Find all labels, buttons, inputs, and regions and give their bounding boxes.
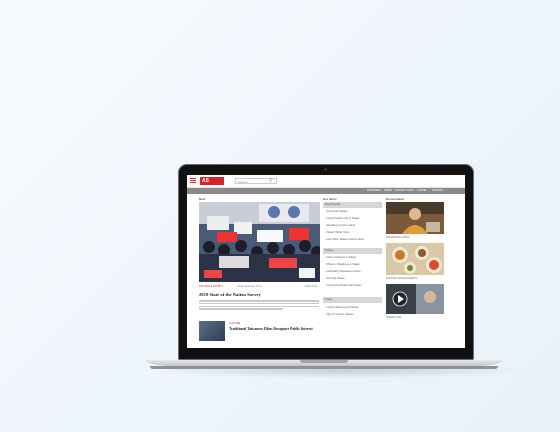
category-meta: Taiwan Business Topics <box>237 285 263 288</box>
nav-item[interactable]: NEWS <box>384 188 392 194</box>
hero-image[interactable] <box>199 202 320 282</box>
second-article-thumbnail[interactable] <box>199 321 225 341</box>
protest-photo <box>199 202 320 282</box>
nav-bar: FEATURES NEWS TAIWAN TODAY TRAVEL OPINIO… <box>187 188 465 194</box>
laptop-lid: AS Search ⚲ FEATURES NEWS TAIWAN TODAY T… <box>178 164 474 360</box>
list-item[interactable]: Where is Happiness in Taiwan <box>325 263 381 266</box>
site-logo[interactable]: AS <box>200 177 224 185</box>
nav-item[interactable]: TRAVEL <box>417 188 427 194</box>
box-title: Most Popular <box>323 202 382 208</box>
list-item[interactable]: Revisiting our Own Island <box>325 224 381 227</box>
list-item[interactable]: Cities of Flowers in Taiwan <box>325 256 381 259</box>
recommend-thumbnail[interactable] <box>386 243 444 275</box>
section-title: Now <box>199 197 206 201</box>
recommend-thumbnail[interactable] <box>386 284 444 314</box>
list-item[interactable]: Young People's Life in Taiwan <box>325 217 381 220</box>
search-icon[interactable]: ⚲ <box>269 178 275 184</box>
main-headline[interactable]: 2019 State of the Nation Survey <box>199 292 261 297</box>
list-item[interactable]: Connecting People with Nature <box>325 284 381 287</box>
camera-icon <box>324 168 327 171</box>
food-photo <box>386 243 444 275</box>
recommend-title: Recommend <box>386 197 405 201</box>
laptop-notch <box>300 360 348 363</box>
list-item[interactable]: Tomorrow's Taiwan <box>325 210 381 213</box>
recommend-thumbnail[interactable] <box>386 202 444 234</box>
category-label[interactable]: POLITICS & SOCIETY <box>199 285 223 288</box>
recommend-label[interactable]: TAIWAN FILM <box>386 316 401 319</box>
laptop-base-edge <box>150 366 498 369</box>
recommend-label[interactable]: TRADITIONAL RITES <box>386 236 409 239</box>
list-item[interactable]: Local Cuisine Around Taiwan <box>325 306 381 309</box>
nav-item[interactable]: OPINION <box>432 188 443 194</box>
list-item[interactable]: Tips on Travel in Taiwan <box>325 313 381 316</box>
list-item[interactable]: Can't Miss: Taiwan's Finest Views <box>325 238 381 241</box>
box-title: Travel <box>323 297 382 303</box>
nav-item[interactable]: FEATURES <box>367 188 381 194</box>
recommend-label[interactable]: FESTIVAL FOOD & EVENTS <box>386 277 417 280</box>
second-category[interactable]: CULTURE <box>229 322 240 325</box>
film-photo <box>386 284 444 314</box>
site-header: AS Search ⚲ <box>187 175 465 188</box>
box-title: Culture <box>323 248 382 254</box>
monk-photo <box>386 202 444 234</box>
article-excerpt <box>199 300 319 311</box>
menu-icon[interactable] <box>190 178 196 184</box>
list-item[interactable]: Amazing Taiwan <box>325 277 381 280</box>
nav-item[interactable]: TAIWAN TODAY <box>395 188 414 194</box>
second-headline[interactable]: Traditional Taiwanese Films Recapture Pu… <box>229 327 313 331</box>
list-item[interactable]: Celebrating Taiwanese Culture <box>325 270 381 273</box>
laptop-screen: AS Search ⚲ FEATURES NEWS TAIWAN TODAY T… <box>187 175 465 348</box>
hot-title: Hot Items <box>323 197 337 201</box>
list-item[interactable]: Taiwan Harbor Tours <box>325 231 381 234</box>
date-label: 2024-04-03 <box>305 285 318 288</box>
